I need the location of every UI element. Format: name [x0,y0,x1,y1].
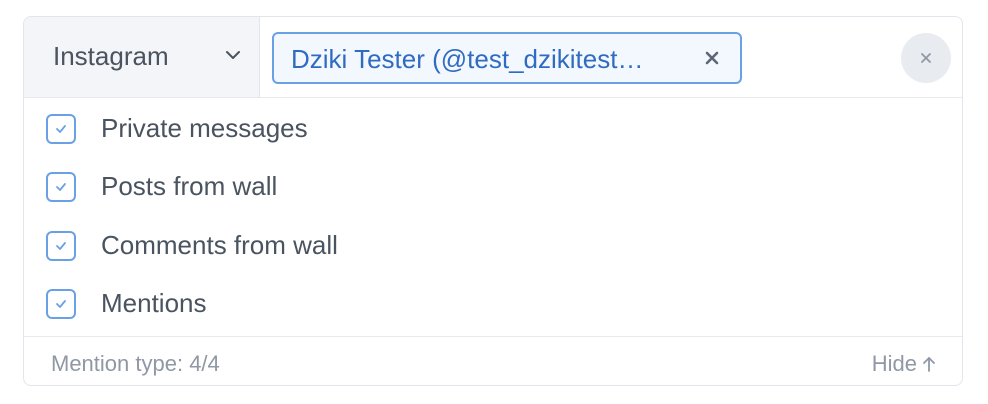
account-chip[interactable]: Dziki Tester (@test_dzikitest… [272,32,742,84]
mentions-checkbox[interactable] [46,289,76,319]
chevron-down-icon [226,51,240,59]
checkmark-icon [56,300,66,308]
option-private-messages[interactable]: Private messages [24,98,962,156]
hide-button-label: Hide [871,351,917,376]
remove-account-close-icon[interactable] [704,50,720,66]
private-messages-checkbox[interactable] [46,114,76,144]
checkmark-icon [56,183,66,191]
mention-type-list: Private messages Posts from wall Comment… [24,98,962,336]
filter-bar: Instagram Dziki Tester (@test_dzikitest… [24,17,962,98]
clear-filter-button[interactable] [901,33,951,83]
close-icon [921,53,931,63]
filter-footer: Mention type: 4/4 Hide [24,336,962,385]
posts-from-wall-checkbox[interactable] [46,172,76,202]
option-comments-from-wall[interactable]: Comments from wall [24,215,962,273]
checkmark-icon [56,125,66,133]
platform-select-label: Instagram [53,41,169,71]
option-label: Mentions [101,288,207,318]
option-label: Private messages [101,113,308,143]
comments-from-wall-checkbox[interactable] [46,231,76,261]
mention-filter-panel: Instagram Dziki Tester (@test_dzikitest… [23,16,963,386]
option-label: Comments from wall [101,230,338,260]
arrow-up-icon [923,357,935,372]
option-mentions[interactable]: Mentions [24,273,962,331]
mention-type-count: Mention type: 4/4 [51,351,220,376]
option-label: Posts from wall [101,171,278,201]
option-posts-from-wall[interactable]: Posts from wall [24,156,962,214]
platform-select[interactable]: Instagram [24,17,260,97]
checkmark-icon [56,242,66,250]
account-chip-label: Dziki Tester (@test_dzikitest… [291,44,644,74]
hide-button[interactable]: Hide [872,351,936,377]
